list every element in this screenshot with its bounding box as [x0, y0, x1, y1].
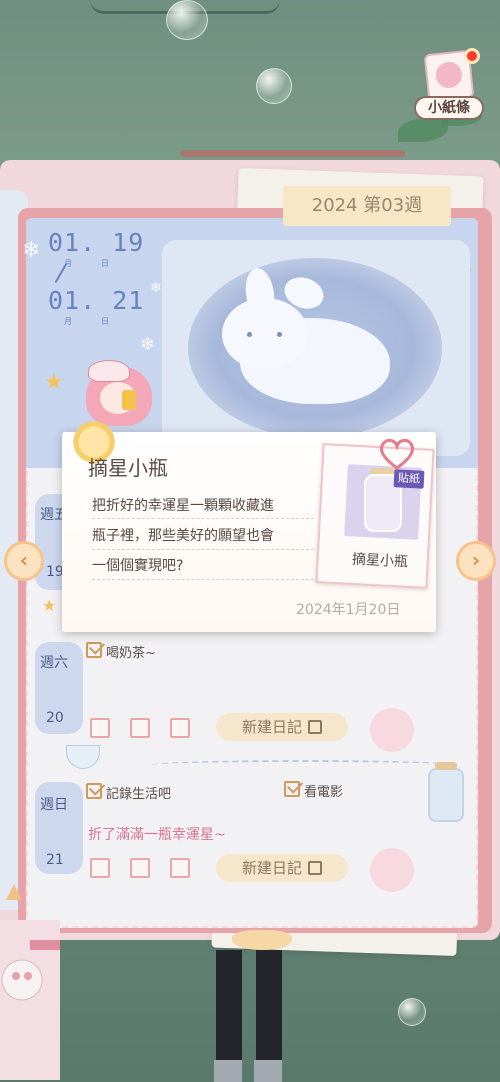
checkbox[interactable] — [170, 858, 190, 878]
star-icon: ★ — [44, 370, 64, 395]
date-start-day-char: 日 — [101, 259, 109, 268]
dashed-divider — [150, 760, 455, 770]
day-label: 週日 — [40, 797, 68, 813]
notification-dot — [464, 48, 480, 64]
checkbox[interactable] — [130, 858, 150, 878]
new-diary-label: 新建日記 — [241, 859, 302, 877]
diary-entry: 看電影 — [304, 785, 344, 800]
date-end: 01. 21 — [48, 286, 145, 315]
cloud-bunny-head — [222, 298, 308, 370]
shoe — [254, 1060, 282, 1082]
character-legs — [212, 950, 288, 1082]
checkbox[interactable] — [130, 718, 150, 738]
bubble-decoration — [166, 0, 208, 40]
date-end-day-char: 日 — [101, 317, 109, 326]
new-diary-button[interactable]: 新建日記 — [216, 854, 348, 882]
mood-circle[interactable] — [370, 848, 414, 892]
prev-page-button[interactable]: ‹ — [4, 541, 44, 581]
checkbox[interactable] — [90, 718, 110, 738]
popup-rule — [92, 549, 314, 550]
checkbox[interactable] — [90, 858, 110, 878]
snowflake-icon: ❄ — [140, 334, 156, 355]
edit-icon — [308, 719, 322, 734]
date-end-month-char: 月 — [64, 317, 72, 326]
popup-title: 摘星小瓶 — [88, 456, 168, 480]
date-start: 01. 19 — [48, 228, 145, 257]
heart-icon — [380, 438, 414, 470]
swing-decoration — [0, 884, 60, 1080]
popup-text-line: 一個個實現吧? — [92, 558, 184, 574]
chevron-left-icon: ‹ — [19, 548, 29, 572]
star-icon: ★ — [42, 596, 57, 615]
bunny-eye — [247, 332, 252, 337]
diary-note: 折了滿滿一瓶幸運星~ — [88, 827, 226, 843]
day-number: 21 — [46, 852, 64, 868]
bubble-decoration — [256, 68, 292, 104]
week-tab: 2024 第03週 — [283, 186, 451, 226]
rail-decoration — [180, 150, 405, 157]
diary-photo — [162, 240, 470, 456]
next-page-button[interactable]: › — [456, 541, 496, 581]
checkbox-checked[interactable] — [86, 642, 102, 658]
popup-text-line: 瓶子裡，那些美好的願望也會 — [92, 528, 274, 544]
doodle-hat — [88, 360, 130, 382]
popup-rule — [92, 518, 314, 519]
ribbon-decoration — [232, 930, 292, 950]
star-jar-doodle — [428, 762, 464, 822]
diary-entry: 記錄生活吧 — [106, 787, 172, 802]
edit-icon — [308, 860, 322, 875]
diary-entry: 喝奶茶~ — [106, 646, 156, 661]
checkbox-checked[interactable] — [86, 783, 102, 799]
note-button-label: 小紙條 — [414, 96, 484, 120]
bubble-decoration — [398, 998, 426, 1026]
note-button[interactable]: 小紙條 — [412, 48, 486, 124]
bunny-eye — [277, 332, 282, 337]
day-label: 週六 — [40, 655, 68, 671]
checkbox[interactable] — [170, 718, 190, 738]
mood-circle[interactable] — [370, 708, 414, 752]
popup-rule — [92, 579, 314, 580]
snowflake-icon: ❄ — [150, 280, 162, 296]
chevron-right-icon: › — [471, 548, 481, 572]
shoe — [214, 1060, 242, 1082]
popup-text-line: 把折好的幸運星一顆顆收藏進 — [92, 498, 274, 514]
snowflake-icon: ❄ — [22, 238, 41, 263]
sticker-tag: 貼紙 — [393, 469, 425, 489]
day-number: 20 — [46, 710, 64, 726]
new-diary-button[interactable]: 新建日記 — [216, 713, 348, 741]
popup-date: 2024年1月20日 — [296, 602, 401, 618]
doodle-phone — [122, 390, 136, 410]
new-diary-label: 新建日記 — [241, 718, 302, 736]
checkbox-checked[interactable] — [284, 781, 300, 797]
